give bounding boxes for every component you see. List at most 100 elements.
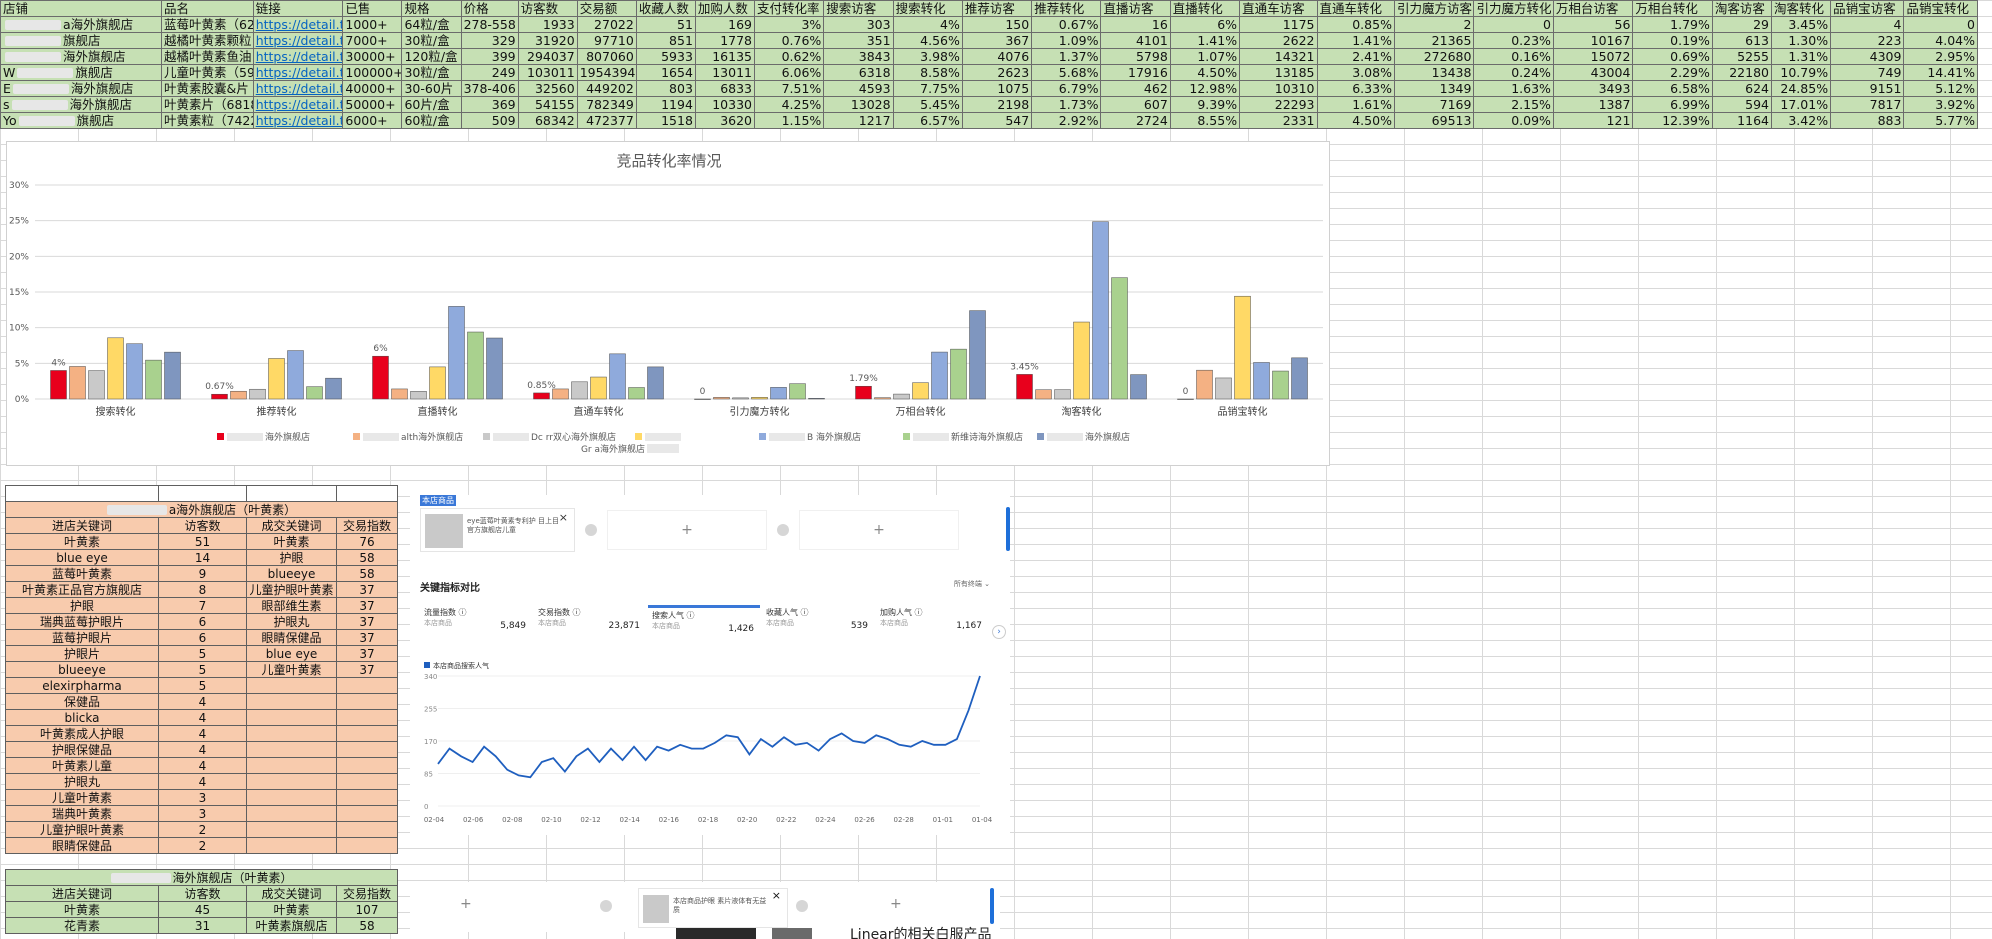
bar xyxy=(1272,370,1289,400)
table-cell: 97710 xyxy=(576,32,637,49)
product-link[interactable]: https://detail.tm xyxy=(252,48,344,65)
add-product-button[interactable]: + xyxy=(607,510,767,550)
table-cell: 5.12% xyxy=(1903,80,1978,97)
chevron-right-icon[interactable]: › xyxy=(992,625,1006,639)
metric-favorites[interactable]: 收藏人气 ⓘ 本店商品 539 xyxy=(762,605,874,641)
metric-sub: 本店商品 xyxy=(424,619,452,627)
row-prefix: s xyxy=(3,96,10,112)
bar xyxy=(249,388,266,400)
table-cell: 0.85% xyxy=(1316,16,1395,33)
table-cell: 54155 xyxy=(517,96,578,113)
redacted-block xyxy=(645,433,681,441)
table-cell: 4 xyxy=(158,773,247,790)
product-card[interactable]: eye蓝莓叶黄素专利护 目上目官方旗舰店儿童 × xyxy=(420,508,575,552)
radio-dot[interactable] xyxy=(585,524,597,536)
scrollbar[interactable] xyxy=(1006,507,1010,551)
product-card[interactable]: 本店商品护眼 素片液体有无益质 × xyxy=(638,888,788,928)
table-cell: 0.76% xyxy=(753,32,825,49)
plus-icon[interactable]: + xyxy=(890,896,902,912)
header-row: 进店关键词 访客数 成交关键词 交易指数 xyxy=(5,517,398,534)
y-tick-label: 5% xyxy=(15,359,30,369)
table-cell: 472377 xyxy=(576,112,637,129)
product-link[interactable]: https://detail.tm xyxy=(252,64,344,81)
table-cell: 0.23% xyxy=(1473,32,1554,49)
table-cell xyxy=(336,773,398,790)
table-cell: 5.45% xyxy=(892,96,963,113)
table-row: 保健品 4 xyxy=(5,693,398,710)
table-cell: blicka xyxy=(5,709,159,726)
table-cell: 60片/盒 xyxy=(401,96,462,113)
table-cell: W 旗舰店 xyxy=(0,64,162,81)
x-tick-label: 02-20 xyxy=(737,816,757,824)
table-cell: s 海外旗舰店 xyxy=(0,96,162,113)
x-tick-label: 02-26 xyxy=(854,816,875,824)
y-tick-label: 30% xyxy=(9,181,29,191)
row-prefix: Yo xyxy=(3,112,17,128)
table-cell: 5933 xyxy=(635,48,696,65)
redacted-block xyxy=(769,433,805,441)
bar xyxy=(713,397,730,400)
bar xyxy=(912,382,929,400)
table-cell: 6.58% xyxy=(1632,80,1713,97)
table-cell: 1778 xyxy=(694,32,756,49)
table-cell: 58 xyxy=(336,549,398,566)
table-cell: 1.09% xyxy=(1031,32,1102,49)
product-link[interactable]: https://detail.tm xyxy=(252,96,344,113)
table-cell xyxy=(246,805,337,822)
table-cell: 6% xyxy=(1169,16,1241,33)
legend-swatch xyxy=(759,433,766,440)
legend-label: 海外旗舰店 xyxy=(1085,431,1130,443)
table-cell: 51 xyxy=(158,533,247,550)
table-cell: 2.29% xyxy=(1632,64,1713,81)
legend-label: 新维诗海外旗舰店 xyxy=(951,431,1023,443)
table-cell: 6 xyxy=(158,629,247,646)
metric-add-cart[interactable]: 加购人气 ⓘ 本店商品 1,167 xyxy=(876,605,988,641)
close-icon[interactable]: × xyxy=(559,511,568,524)
legend-label: alth海外旗舰店 xyxy=(401,431,463,443)
table-cell: 3 xyxy=(158,805,247,822)
product-link[interactable]: https://detail.tm xyxy=(252,112,344,129)
metrics-title: 关键指标对比 xyxy=(420,583,480,594)
column-header: 已售 xyxy=(342,0,403,17)
bar xyxy=(647,366,664,400)
table-cell: 6.99% xyxy=(1632,96,1713,113)
product-link[interactable]: https://detail.tm xyxy=(252,80,344,97)
radio-dot[interactable] xyxy=(777,524,789,536)
x-tick-label: 万相台转化 xyxy=(896,405,946,418)
bar xyxy=(571,381,588,400)
terminal-filter-dropdown[interactable]: 所有终端 ⌄ xyxy=(954,579,990,589)
table-row: 旗舰店 越橘叶黄素颗粒https://detail.tm7000+30粒/盒329… xyxy=(0,32,1978,49)
add-product-button[interactable]: + xyxy=(799,510,959,550)
close-icon[interactable]: × xyxy=(772,889,781,902)
table-cell xyxy=(336,757,398,774)
x-tick-label: 02-28 xyxy=(894,816,914,824)
product-link[interactable]: https://detail.tm xyxy=(252,32,344,49)
table-cell: 399 xyxy=(460,48,519,65)
scrollbar[interactable] xyxy=(990,888,994,924)
table-cell: 6 xyxy=(158,613,247,630)
x-tick-label: 02-16 xyxy=(659,816,680,824)
table-cell: 30-60片 xyxy=(401,80,462,97)
table-cell: 儿童叶黄素 xyxy=(5,789,159,806)
data-label: 0.85% xyxy=(527,381,556,391)
column-header: 引力魔方转化 xyxy=(1473,0,1554,17)
table-cell xyxy=(246,821,337,838)
header-row: 店铺 品名 链接 已售 规格 价格 访客数 交易额 收藏人数 加购人数 支付转化率 搜索访客 搜索转化推… xyxy=(0,0,1978,17)
radio-dot[interactable] xyxy=(600,900,612,912)
bar xyxy=(1215,377,1232,400)
table-cell: 6.06% xyxy=(753,64,825,81)
bar xyxy=(1035,389,1052,400)
table-row: 儿童护眼叶黄素 2 xyxy=(5,821,398,838)
table-cell: 儿童护眼叶黄素 xyxy=(5,821,159,838)
product-link[interactable]: https://detail.tm xyxy=(252,16,344,33)
table-cell: 12.39% xyxy=(1632,112,1713,129)
plus-icon[interactable]: + xyxy=(460,896,472,912)
metric-traffic[interactable]: 流量指数 ⓘ 本店商品 5,849 xyxy=(420,605,532,641)
title-row: 海外旗舰店（叶黄素） xyxy=(4,869,399,886)
metric-transaction[interactable]: 交易指数 ⓘ 本店商品 23,871 xyxy=(534,605,646,641)
metric-search-popularity[interactable]: 搜索人气 ⓘ 本店商品 1,426 xyxy=(648,605,760,641)
column-header: 直通车访客 xyxy=(1239,0,1318,17)
table-cell: 120粒/盒 xyxy=(401,48,462,65)
radio-dot[interactable] xyxy=(796,900,808,912)
table-cell xyxy=(246,485,337,502)
